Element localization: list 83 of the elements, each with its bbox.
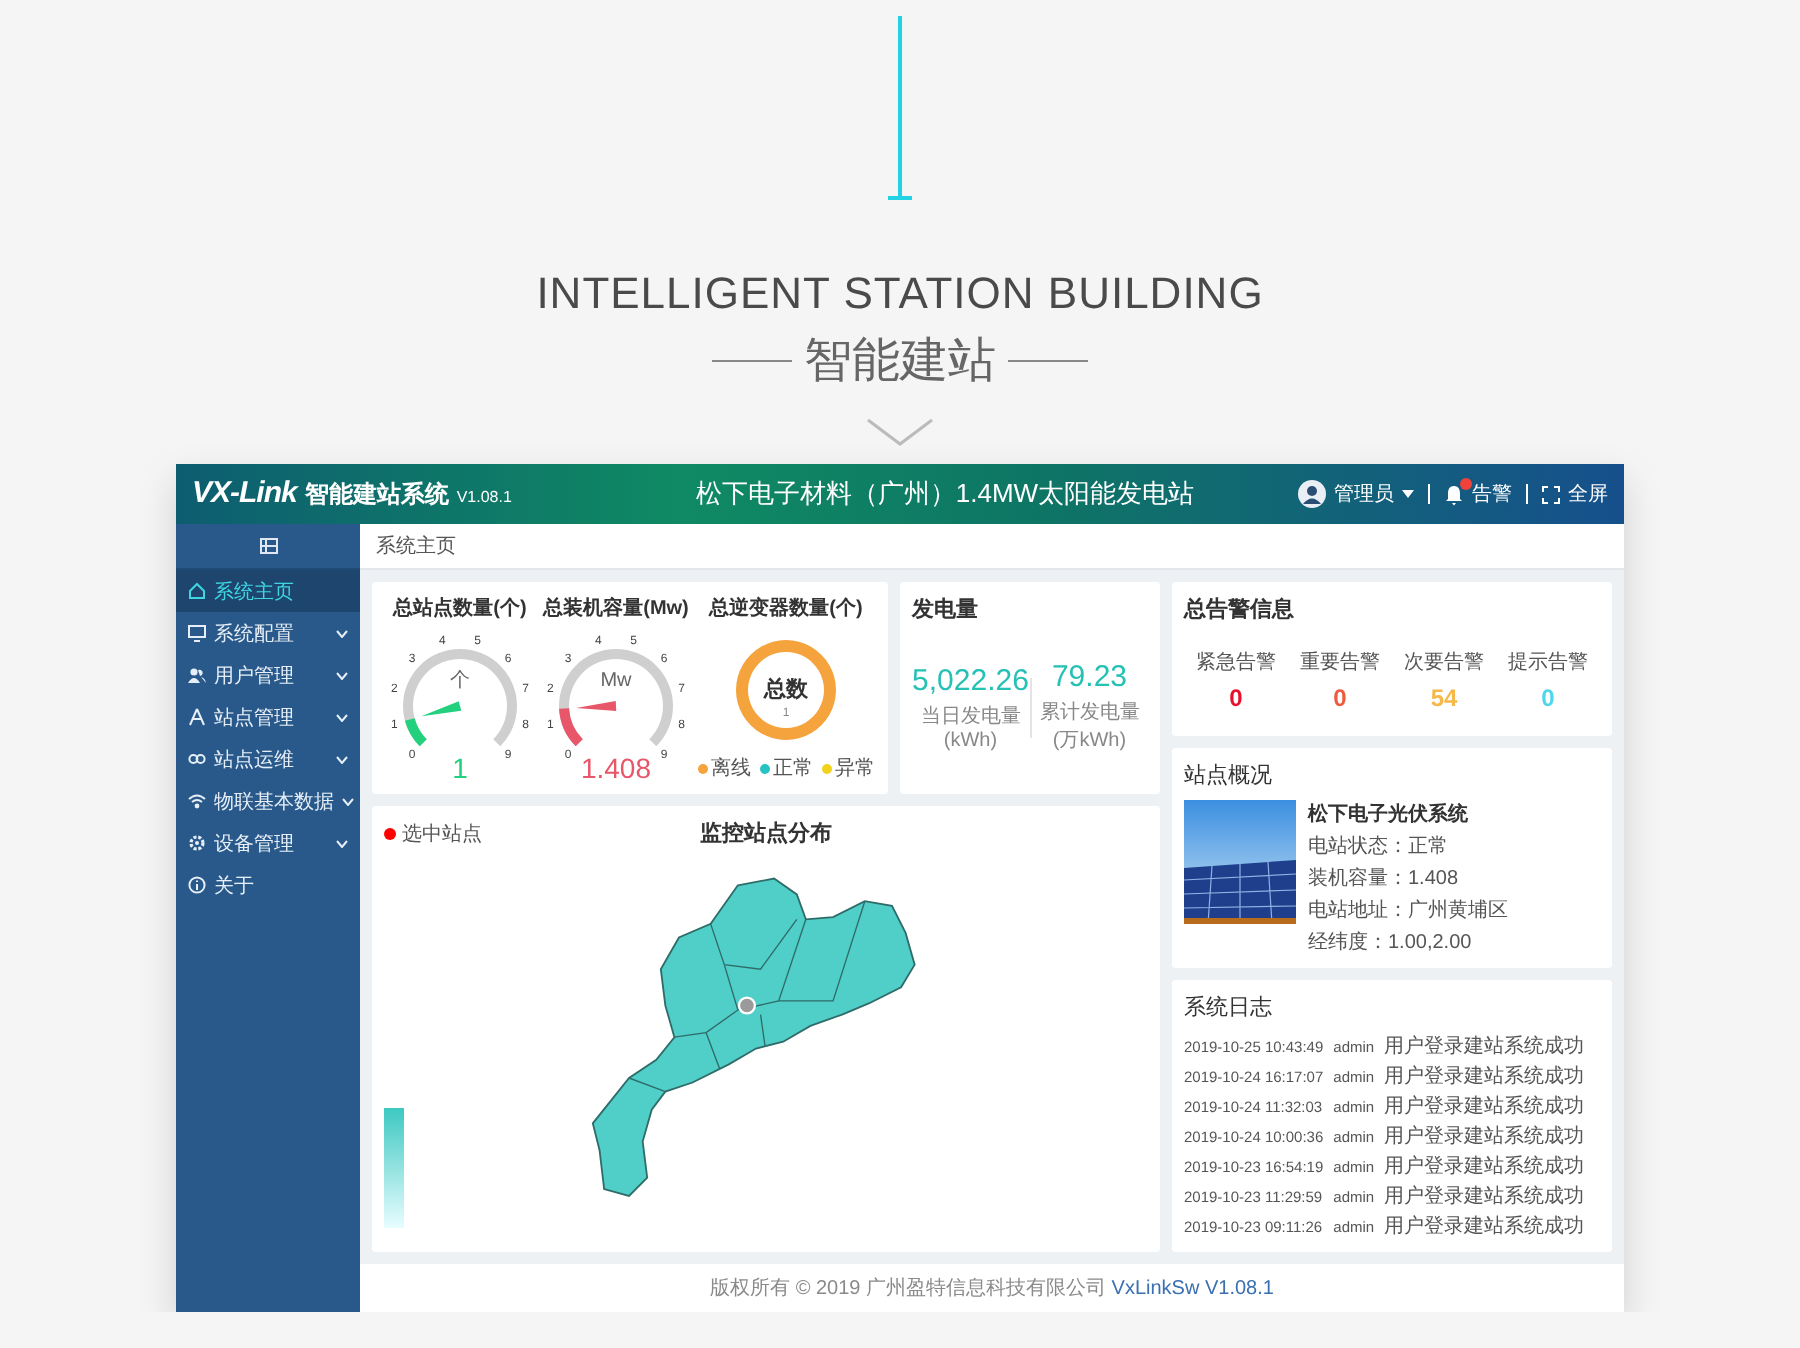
log-message: 用户登录建站系统成功 <box>1384 1183 1587 1210</box>
station-title: 松下电子材料（广州）1.4MW太阳能发电站 <box>693 476 1197 512</box>
station-field: 电站地址：广州黄埔区 <box>1308 896 1508 924</box>
solar-panel-drawing <box>1184 800 1296 924</box>
alarm-count: 0 <box>1539 684 1557 712</box>
sidebar-item[interactable]: 系统配置 <box>176 612 360 654</box>
gauge-unit: Mw <box>600 670 632 692</box>
gauge-title: 总逆变器数量(个) <box>709 594 863 622</box>
product-link[interactable]: VxLinkSw V1.08.1 <box>1111 1278 1274 1300</box>
stat-value: 79.23 <box>1049 660 1130 694</box>
log-message: 用户登录建站系统成功 <box>1384 1123 1587 1150</box>
gauge-value: 1 <box>452 754 468 782</box>
legend-dot <box>759 763 769 773</box>
gauge-unit: 个 <box>450 670 470 692</box>
log-message: 用户登录建站系统成功 <box>1384 1153 1587 1180</box>
badge-dot-icon <box>1460 477 1472 489</box>
fullscreen-link[interactable]: 全屏 <box>1568 480 1608 508</box>
card-title: 发电量 <box>912 595 980 624</box>
sidebar-item[interactable]: 系统主页 <box>176 570 360 612</box>
station-name: 松下电子光伏系统 <box>1308 801 1470 828</box>
log-message: 用户登录建站系统成功 <box>1384 1093 1587 1120</box>
map-title: 监控站点分布 <box>698 819 834 848</box>
station-field: 装机容量：1.408 <box>1308 864 1508 892</box>
users-icon <box>188 666 206 684</box>
card-title: 系统日志 <box>1184 993 1274 1022</box>
system-name: 智能建站系统 <box>304 478 449 512</box>
sidebar-item[interactable]: 站点运维 <box>176 738 360 780</box>
alarm-link[interactable]: 告警 <box>1472 480 1512 508</box>
card-title: 站点概况 <box>1184 761 1274 790</box>
fullscreen-icon <box>1542 485 1560 503</box>
legend-label: 选中站点 <box>402 821 482 847</box>
station-marker <box>737 996 756 1015</box>
alarm-label: 次要告警 <box>1402 649 1486 676</box>
gauge-value: 1.408 <box>580 754 652 782</box>
alarm-count: 0 <box>1227 684 1245 712</box>
sidebar-item[interactable]: 设备管理 <box>176 822 360 864</box>
caret-icon <box>1402 490 1414 498</box>
gauge-title: 总站点数量(个) <box>393 595 527 622</box>
legend-dot <box>384 827 396 839</box>
sidebar-item[interactable]: 站点管理 <box>176 696 360 738</box>
brand-logo: VX-Link <box>192 476 297 510</box>
monitor-icon <box>188 624 206 642</box>
sidebar-item[interactable]: 关于 <box>176 864 360 906</box>
card-title: 总告警信息 <box>1184 595 1296 624</box>
station-field: 电站状态：正常 <box>1308 832 1508 860</box>
sidebar-item[interactable]: 用户管理 <box>176 654 360 696</box>
alarm-count: 54 <box>1428 684 1460 712</box>
home-icon <box>188 582 206 600</box>
legend-label: 异常 <box>835 755 875 782</box>
color-scale-bar <box>384 1108 404 1228</box>
legend-dot <box>821 763 831 773</box>
section-title: INTELLIGENT STATION BUILDING <box>536 268 1264 320</box>
copyright-text: 版权所有 © 2019 广州盈特信息科技有限公司 VxLinkSw V1.08.1 <box>360 1264 1624 1312</box>
avatar-icon <box>1298 480 1326 508</box>
sidebar-item[interactable]: 物联基本数据 <box>176 780 360 822</box>
donut-ring <box>736 640 836 740</box>
user-menu[interactable]: 管理员 <box>1334 480 1394 508</box>
log-message: 用户登录建站系统成功 <box>1384 1063 1587 1090</box>
alarm-label: 重要告警 <box>1298 649 1382 676</box>
stat-label: 累计发电量(万kWh) <box>1037 699 1142 754</box>
alarm-label: 紧急告警 <box>1194 649 1278 676</box>
version-label: V1.08.1 <box>456 488 512 506</box>
section-subtitle: 智能建站 <box>804 330 996 392</box>
chevron-down-icon <box>864 416 936 448</box>
legend-label: 正常 <box>773 755 813 782</box>
log-message: 用户登录建站系统成功 <box>1384 1213 1587 1240</box>
breadcrumb[interactable]: 系统主页 <box>376 536 456 558</box>
stat-label: 当日发电量(kWh) <box>918 703 1023 751</box>
menu-icon <box>259 538 277 554</box>
gauge-title: 总装机容量(Mw) <box>543 594 689 622</box>
alarm-label: 提示告警 <box>1506 649 1590 676</box>
stat-value: 5,022.26 <box>912 663 1029 697</box>
log-message: 用户登录建站系统成功 <box>1384 1033 1587 1060</box>
station-field: 经纬度：1.00,2.00 <box>1308 928 1508 956</box>
legend-dot <box>697 763 707 773</box>
legend-label: 离线 <box>711 755 751 782</box>
alarm-count: 0 <box>1331 684 1349 712</box>
gear-icon <box>188 834 206 852</box>
bell-icon <box>1444 483 1464 505</box>
info-icon <box>188 876 206 894</box>
donut-center-label: 总数 <box>764 678 808 702</box>
loop-icon <box>188 750 206 768</box>
wifi-icon <box>188 792 206 810</box>
